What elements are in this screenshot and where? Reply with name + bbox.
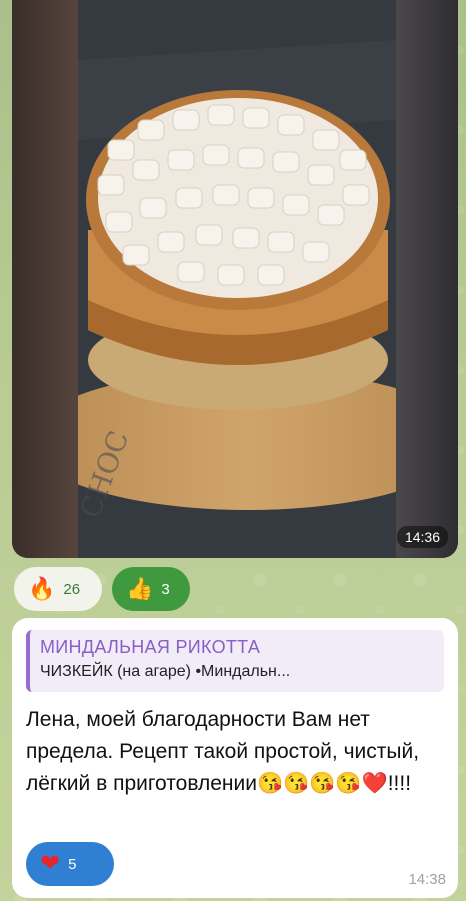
reaction-thumbs-up[interactable]: 👍 3: [112, 567, 190, 611]
photo-message[interactable]: CHOC 14:36: [12, 0, 458, 558]
reaction-heart[interactable]: ❤ 5: [26, 842, 114, 886]
reaction-fire[interactable]: 🔥 26: [14, 567, 102, 611]
photo-time: 14:36: [396, 526, 448, 548]
reaction-count: 3: [161, 580, 170, 598]
cake-photo[interactable]: CHOC: [78, 0, 396, 558]
message-time: 14:38: [408, 871, 446, 888]
photo-reactions: 🔥 26 👍 3: [14, 567, 190, 611]
heart-icon: ❤: [40, 850, 61, 877]
cake-illustration: CHOC: [78, 0, 396, 558]
thumbs-up-icon: 👍: [126, 576, 154, 601]
message-body: Лена, моей благодарности Вам нет предела…: [26, 708, 420, 795]
text-message[interactable]: МИНДАЛЬНАЯ РИКОТТА ЧИЗКЕЙК (на агаре) •М…: [12, 618, 458, 898]
reaction-count: 5: [68, 855, 77, 873]
reply-quote[interactable]: МИНДАЛЬНАЯ РИКОТТА ЧИЗКЕЙК (на агаре) •М…: [26, 630, 444, 692]
reply-text: ЧИЗКЕЙК (на агаре) •Миндальн...: [40, 663, 291, 680]
reaction-count: 26: [63, 580, 81, 598]
fire-icon: 🔥: [28, 576, 56, 601]
reply-title: МИНДАЛЬНАЯ РИКОТТА: [40, 637, 261, 657]
